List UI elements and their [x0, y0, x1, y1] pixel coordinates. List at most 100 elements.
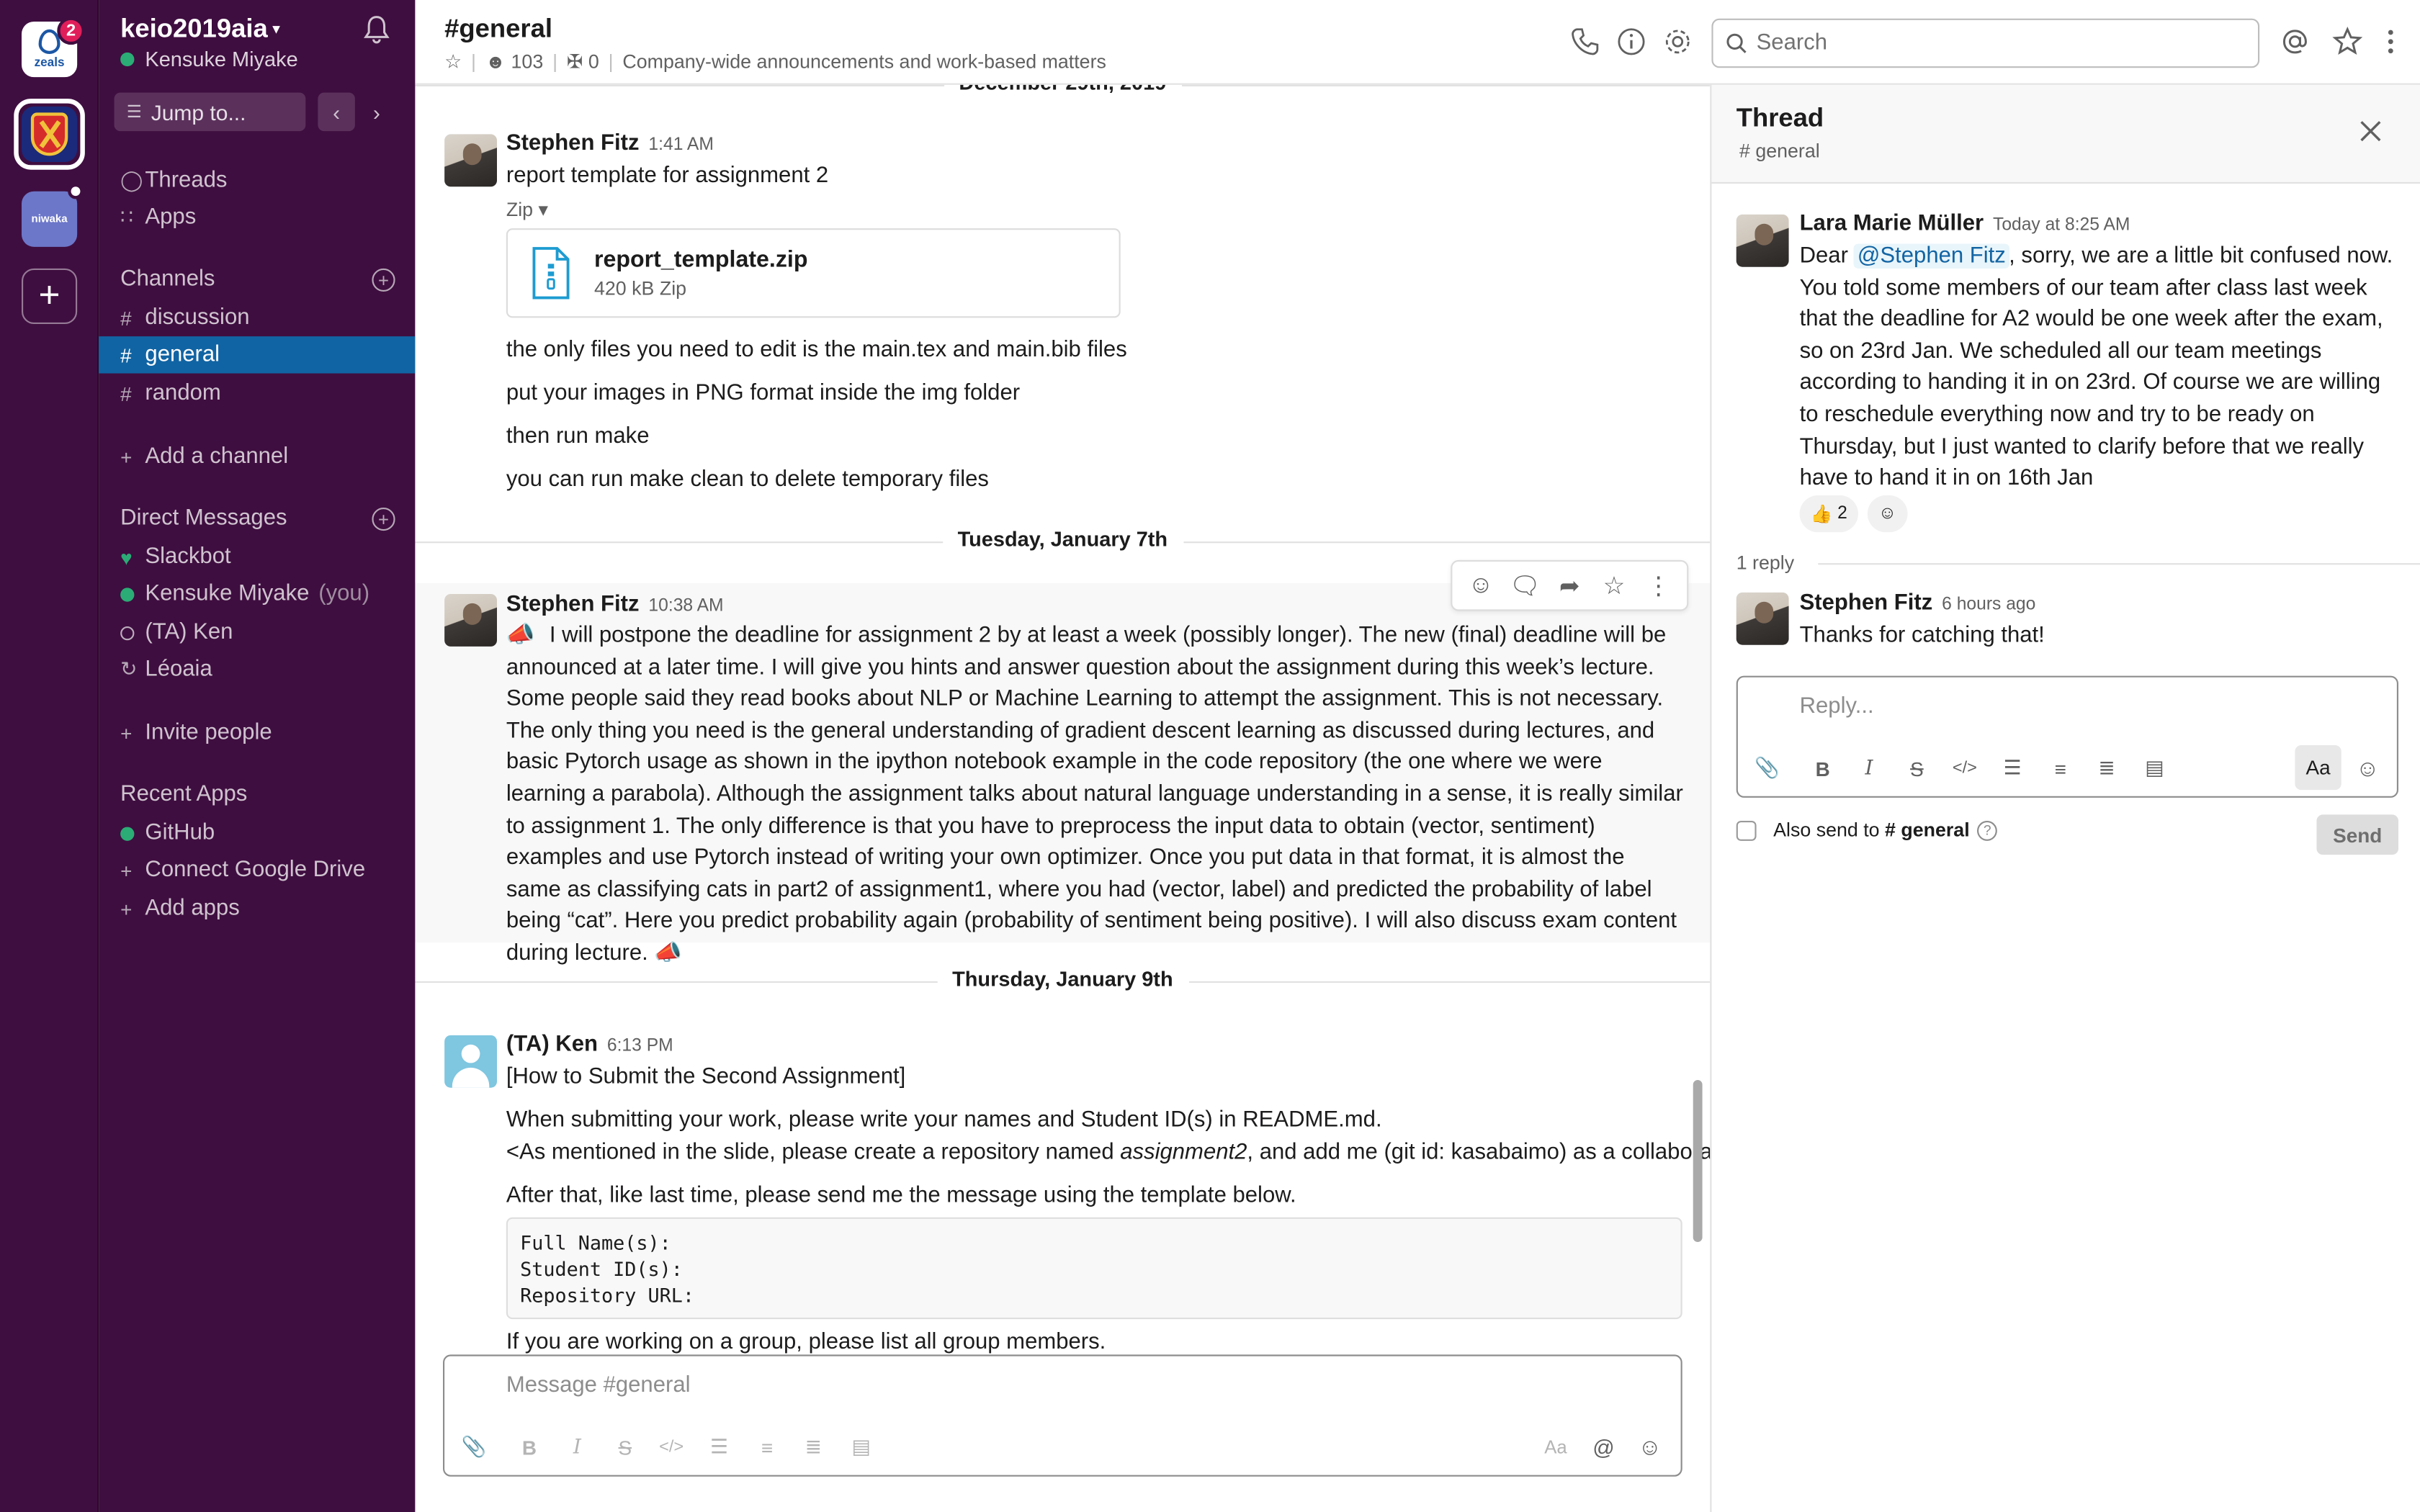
add-channel-icon[interactable]: + [372, 268, 395, 292]
reply-composer[interactable]: Reply... 📎 B I S </> ☰ ≡ ≣ ▤ Aa ☺ [1736, 675, 2398, 798]
member-count[interactable]: 103 [511, 50, 544, 72]
emoji-icon[interactable]: ☺ [2354, 755, 2382, 783]
star-icon[interactable] [2332, 26, 2363, 57]
code-block-icon[interactable]: ▤ [2141, 755, 2169, 783]
invite-people-link[interactable]: + Invite people [99, 714, 415, 751]
star-icon[interactable]: ☆ [444, 50, 462, 73]
channel-topic[interactable]: Company-wide announcements and work-base… [622, 50, 1106, 72]
phone-icon[interactable] [1569, 26, 1600, 57]
add-apps-link[interactable]: + Add apps [99, 890, 415, 927]
emoji-icon[interactable]: ☺ [1636, 1434, 1664, 1462]
members-icon[interactable]: ☻ [485, 50, 506, 72]
file-type-toggle[interactable]: Zip ▾ [506, 197, 548, 220]
formatting-toggle-icon[interactable]: Aa [1542, 1434, 1570, 1462]
gear-icon[interactable] [1662, 26, 1693, 57]
mentions-icon[interactable] [2280, 26, 2311, 57]
sidebar-item-random[interactable]: # random [99, 375, 415, 412]
formatting-toggle-icon[interactable]: Aa [2295, 745, 2341, 791]
italic-icon[interactable]: I [1855, 755, 1883, 783]
ordered-list-icon[interactable]: ☰ [1999, 755, 2027, 783]
avatar[interactable] [444, 134, 497, 187]
ordered-list-icon[interactable]: ☰ [705, 1434, 733, 1462]
sidebar-item-discussion[interactable]: # discussion [99, 300, 415, 336]
add-channel-link[interactable]: + Add a channel [99, 438, 415, 475]
help-icon[interactable]: ? [1977, 819, 1998, 840]
channels-header[interactable]: Channels [120, 267, 215, 292]
workspace-keio[interactable] [22, 106, 78, 162]
info-icon[interactable] [1616, 26, 1647, 57]
message-time[interactable]: 6 hours ago [1942, 595, 2035, 614]
attach-icon[interactable]: 📎 [1753, 755, 1781, 783]
add-dm-icon[interactable]: + [372, 508, 395, 531]
user-mention[interactable]: @Stephen Fitz [1854, 243, 2009, 269]
thread-channel-link[interactable]: # general [1739, 140, 1820, 162]
channel-title[interactable]: #general [444, 14, 552, 45]
avatar[interactable] [444, 594, 497, 647]
message-time[interactable]: Today at 8:25 AM [1993, 216, 2130, 235]
send-button[interactable]: Send [2316, 814, 2398, 855]
add-reaction-icon[interactable]: ☺ [1465, 570, 1496, 601]
sidebar-item-slackbot[interactable]: ♥ Slackbot [99, 539, 415, 575]
file-attachment[interactable]: report_template.zip 420 kB Zip [506, 228, 1121, 318]
scrollbar[interactable] [1693, 1080, 1703, 1242]
share-icon[interactable]: ➦ [1554, 570, 1585, 601]
pin-count[interactable]: 0 [588, 50, 599, 72]
message-composer[interactable]: Message #general 📎 B I S </> ☰ ≡ ≣ ▤ Aa … [443, 1354, 1682, 1477]
also-send-checkbox[interactable] [1736, 819, 1757, 840]
author-name[interactable]: Lara Marie Müller [1800, 212, 1984, 236]
recent-apps-header[interactable]: Recent Apps [120, 782, 247, 806]
bullet-list-icon[interactable]: ≡ [753, 1434, 781, 1462]
author-name[interactable]: Stephen Fitz [506, 593, 640, 617]
history-back-button[interactable]: ‹ [318, 92, 355, 132]
plus-icon: + [120, 897, 133, 921]
code-icon[interactable]: </> [1951, 755, 1979, 783]
message-time[interactable]: 6:13 PM [607, 1037, 673, 1056]
add-workspace-button[interactable]: + [22, 268, 78, 324]
sidebar-item-leoaia[interactable]: ↻ Léoaia [99, 651, 415, 688]
text-part: Dear [1799, 243, 1855, 269]
close-icon[interactable] [2355, 116, 2386, 147]
bold-icon[interactable]: B [1809, 755, 1837, 783]
strikethrough-icon[interactable]: S [1903, 755, 1931, 783]
sidebar-item-github[interactable]: GitHub [99, 814, 415, 851]
bold-icon[interactable]: B [516, 1434, 544, 1462]
team-menu[interactable]: keio2019aia ▾ [120, 14, 280, 45]
blockquote-icon[interactable]: ≣ [2093, 755, 2121, 783]
add-reaction-button[interactable]: ☺ [1867, 495, 1908, 533]
direct-messages-header[interactable]: Direct Messages [120, 506, 287, 531]
star-icon[interactable]: ☆ [1599, 570, 1630, 601]
more-vertical-icon[interactable]: ⋮ [1643, 570, 1674, 601]
sidebar-item-self-dm[interactable]: Kensuke Miyake (you) [99, 575, 415, 612]
author-name[interactable]: Stephen Fitz [1800, 591, 1933, 616]
reaction-pill[interactable]: 👍 2 [1799, 495, 1858, 533]
history-forward-button[interactable]: › [358, 93, 395, 132]
author-name[interactable]: Stephen Fitz [506, 131, 640, 156]
avatar[interactable] [444, 1035, 497, 1088]
sidebar-item-threads[interactable]: ◯ Threads [99, 162, 415, 199]
more-vertical-icon[interactable] [2375, 26, 2406, 57]
avatar[interactable] [1736, 214, 1789, 267]
start-thread-icon[interactable]: 🗨 [1510, 570, 1541, 601]
attach-icon[interactable]: 📎 [460, 1434, 488, 1462]
sidebar-item-general[interactable]: # general [99, 336, 416, 374]
jump-to-button[interactable]: ☰ Jump to... [114, 92, 306, 132]
message-time[interactable]: 1:41 AM [648, 136, 713, 155]
bullet-list-icon[interactable]: ≡ [2046, 755, 2074, 783]
strikethrough-icon[interactable]: S [611, 1434, 640, 1462]
pin-icon[interactable]: ✠ [567, 50, 583, 73]
avatar[interactable] [1736, 592, 1789, 645]
search-input[interactable]: Search [1711, 18, 2260, 68]
mention-icon[interactable]: @ [1590, 1434, 1618, 1462]
italic-icon[interactable]: I [563, 1434, 591, 1462]
bell-icon[interactable] [361, 14, 392, 45]
code-icon[interactable]: </> [658, 1434, 686, 1462]
connect-google-drive-link[interactable]: + Connect Google Drive [99, 852, 415, 888]
sidebar-item-apps[interactable]: ∷ Apps [99, 199, 415, 235]
workspace-niwaka[interactable]: niwaka [22, 191, 78, 247]
code-block-icon[interactable]: ▤ [847, 1434, 875, 1462]
message-time[interactable]: 10:38 AM [648, 597, 723, 616]
blockquote-icon[interactable]: ≣ [799, 1434, 828, 1462]
message-text: then run make [506, 424, 650, 449]
sidebar-item-ta-ken[interactable]: (TA) Ken [99, 614, 415, 651]
author-name[interactable]: (TA) Ken [506, 1032, 598, 1057]
